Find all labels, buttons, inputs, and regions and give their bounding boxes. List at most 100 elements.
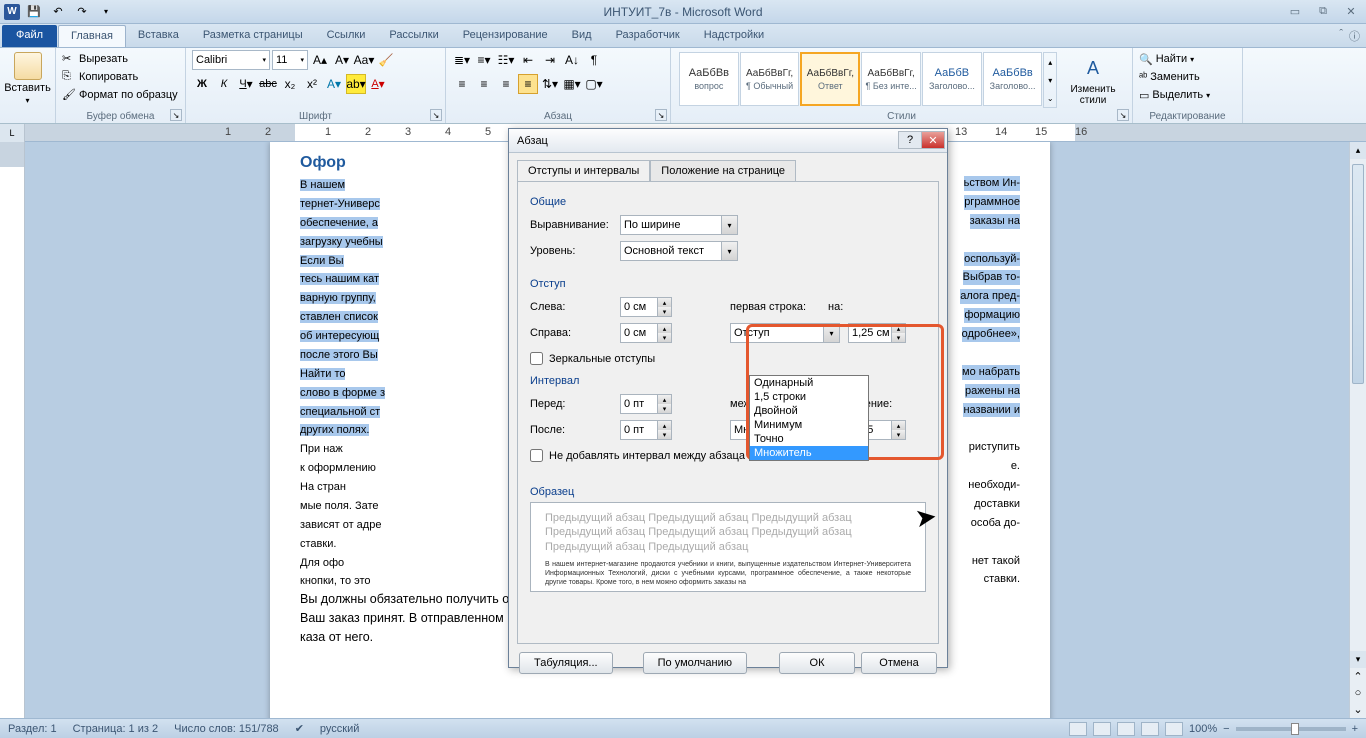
- font-color-icon[interactable]: A▾: [368, 74, 388, 94]
- strikethrough-icon[interactable]: abc: [258, 74, 278, 94]
- dropdown-option[interactable]: 1,5 строки: [750, 390, 868, 404]
- tab-view[interactable]: Вид: [560, 25, 604, 47]
- align-justify-icon[interactable]: ≡: [518, 74, 538, 94]
- increase-indent-icon[interactable]: ⇥: [540, 50, 560, 70]
- clipboard-launcher[interactable]: ↘: [170, 109, 182, 121]
- status-section[interactable]: Раздел: 1: [8, 723, 57, 735]
- draft-view-icon[interactable]: [1165, 722, 1183, 736]
- show-marks-icon[interactable]: ¶: [584, 50, 604, 70]
- qat-customize-icon[interactable]: ▾: [96, 2, 116, 22]
- line-spacing-icon[interactable]: ⇅▾: [540, 74, 560, 94]
- close-icon[interactable]: ✕: [1342, 5, 1360, 19]
- style-item[interactable]: АаБбВвГг,¶ Без инте...: [861, 52, 921, 106]
- right-indent-input[interactable]: 0 см▴▾: [620, 323, 672, 343]
- print-layout-view-icon[interactable]: [1069, 722, 1087, 736]
- style-item[interactable]: АаБбВЗаголово...: [922, 52, 982, 106]
- styles-launcher[interactable]: ↘: [1117, 109, 1129, 121]
- align-left-icon[interactable]: ≡: [452, 74, 472, 94]
- zoom-slider[interactable]: [1236, 727, 1346, 731]
- borders-icon[interactable]: ▢▾: [584, 74, 604, 94]
- space-after-input[interactable]: 0 пт▴▾: [620, 420, 672, 440]
- cancel-button[interactable]: Отмена: [861, 652, 937, 674]
- space-before-input[interactable]: 0 пт▴▾: [620, 394, 672, 414]
- sort-icon[interactable]: A↓: [562, 50, 582, 70]
- ribbon-minimize-icon[interactable]: ˆ: [1339, 28, 1343, 44]
- ok-button[interactable]: ОК: [779, 652, 855, 674]
- undo-icon[interactable]: ↶: [48, 2, 68, 22]
- style-item[interactable]: АаБбВвЗаголово...: [983, 52, 1043, 106]
- tab-developer[interactable]: Разработчик: [604, 25, 692, 47]
- dialog-titlebar[interactable]: Абзац ? ✕: [509, 129, 947, 153]
- scroll-thumb[interactable]: [1352, 164, 1364, 384]
- status-words[interactable]: Число слов: 151/788: [174, 723, 279, 735]
- paste-button[interactable]: Вставить ▾: [6, 50, 49, 107]
- shrink-font-icon[interactable]: A▾: [332, 50, 352, 70]
- left-indent-input[interactable]: 0 см▴▾: [620, 297, 672, 317]
- change-case-icon[interactable]: Aa▾: [354, 50, 374, 70]
- first-line-value-input[interactable]: 1,25 см▴▾: [848, 323, 906, 343]
- file-tab[interactable]: Файл: [2, 25, 57, 47]
- maximize-icon[interactable]: ⧉: [1314, 5, 1332, 19]
- dialog-tab-indents[interactable]: Отступы и интервалы: [517, 160, 650, 182]
- browse-object-icon[interactable]: ○: [1350, 685, 1366, 702]
- scroll-down-icon[interactable]: ▾: [1350, 651, 1366, 668]
- underline-icon[interactable]: Ч▾: [236, 74, 256, 94]
- redo-icon[interactable]: ↷: [72, 2, 92, 22]
- full-screen-view-icon[interactable]: [1093, 722, 1111, 736]
- mirror-indents-checkbox[interactable]: Зеркальные отступы: [530, 352, 926, 365]
- tab-references[interactable]: Ссылки: [315, 25, 378, 47]
- select-button[interactable]: ▭Выделить▾: [1139, 86, 1236, 104]
- style-item[interactable]: АаБбВввопрос: [679, 52, 739, 106]
- change-styles-button[interactable]: A Изменить стили: [1062, 52, 1124, 108]
- italic-icon[interactable]: К: [214, 74, 234, 94]
- replace-button[interactable]: ᵃᵇЗаменить: [1139, 68, 1236, 86]
- font-name-combo[interactable]: Calibri▾: [192, 50, 270, 70]
- vertical-scrollbar[interactable]: ▴ ▾ ⌃ ○ ⌄: [1349, 142, 1366, 718]
- zoom-in-icon[interactable]: +: [1352, 723, 1358, 735]
- bold-icon[interactable]: Ж: [192, 74, 212, 94]
- dropdown-option[interactable]: Точно: [750, 432, 868, 446]
- text-effects-icon[interactable]: A▾: [324, 74, 344, 94]
- subscript-icon[interactable]: x₂: [280, 74, 300, 94]
- tab-layout[interactable]: Разметка страницы: [191, 25, 315, 47]
- tab-mailings[interactable]: Рассылки: [377, 25, 450, 47]
- first-line-combo[interactable]: Отступ▾: [730, 323, 840, 343]
- dropdown-option[interactable]: Минимум: [750, 418, 868, 432]
- status-page[interactable]: Страница: 1 из 2: [73, 723, 159, 735]
- status-language[interactable]: русский: [320, 723, 359, 735]
- gallery-up-icon[interactable]: ▴: [1044, 58, 1056, 67]
- gallery-down-icon[interactable]: ▾: [1044, 76, 1056, 85]
- format-painter-button[interactable]: 🖌Формат по образцу: [62, 86, 179, 104]
- grow-font-icon[interactable]: A▴: [310, 50, 330, 70]
- bullets-icon[interactable]: ≣▾: [452, 50, 472, 70]
- superscript-icon[interactable]: x²: [302, 74, 322, 94]
- dialog-close-icon[interactable]: ✕: [921, 131, 945, 149]
- decrease-indent-icon[interactable]: ⇤: [518, 50, 538, 70]
- save-icon[interactable]: 💾: [24, 2, 44, 22]
- gallery-more-icon[interactable]: ⌄: [1044, 94, 1056, 103]
- dialog-tab-position[interactable]: Положение на странице: [650, 160, 796, 182]
- clear-formatting-icon[interactable]: 🧹: [376, 50, 396, 70]
- find-button[interactable]: 🔍Найти▾: [1139, 50, 1236, 68]
- font-size-combo[interactable]: 11▾: [272, 50, 308, 70]
- web-layout-view-icon[interactable]: [1117, 722, 1135, 736]
- next-page-icon[interactable]: ⌄: [1350, 701, 1366, 718]
- numbering-icon[interactable]: ≡▾: [474, 50, 494, 70]
- dropdown-option[interactable]: Двойной: [750, 404, 868, 418]
- style-item[interactable]: АаБбВвГг,¶ Обычный: [740, 52, 800, 106]
- tab-home[interactable]: Главная: [58, 25, 126, 47]
- level-combo[interactable]: Основной текст▾: [620, 241, 738, 261]
- alignment-combo[interactable]: По ширине▾: [620, 215, 738, 235]
- align-right-icon[interactable]: ≡: [496, 74, 516, 94]
- highlight-icon[interactable]: ab▾: [346, 74, 366, 94]
- zoom-out-icon[interactable]: −: [1223, 723, 1229, 735]
- tab-insert[interactable]: Вставка: [126, 25, 191, 47]
- style-item[interactable]: АаБбВвГг,Ответ: [800, 52, 860, 106]
- tab-review[interactable]: Рецензирование: [451, 25, 560, 47]
- paragraph-launcher[interactable]: ↘: [655, 109, 667, 121]
- shading-icon[interactable]: ▦▾: [562, 74, 582, 94]
- tab-addins[interactable]: Надстройки: [692, 25, 776, 47]
- tabs-button[interactable]: Табуляция...: [519, 652, 613, 674]
- align-center-icon[interactable]: ≡: [474, 74, 494, 94]
- font-launcher[interactable]: ↘: [430, 109, 442, 121]
